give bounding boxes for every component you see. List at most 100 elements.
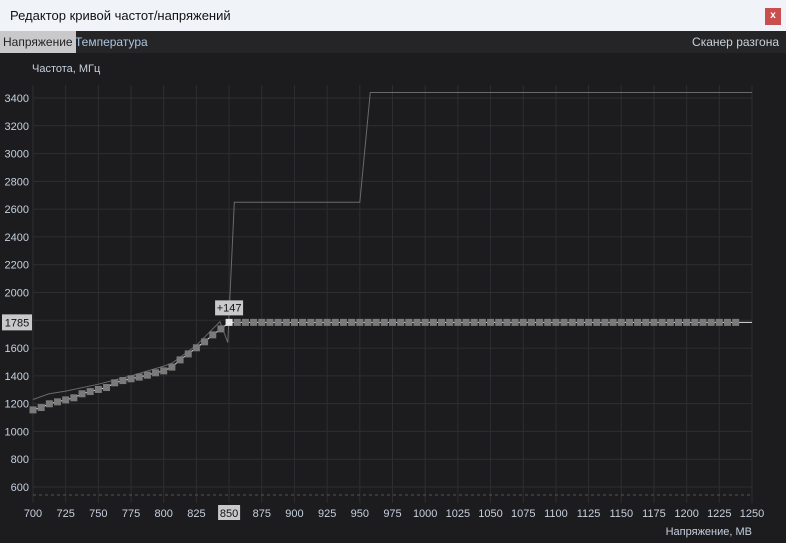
curve-point	[119, 377, 127, 385]
y-tick-label: 1200	[5, 399, 29, 411]
x-tick-label: 1150	[609, 508, 633, 520]
curve-point	[429, 318, 437, 326]
curve-point	[356, 318, 364, 326]
y-tick-label: 1400	[5, 371, 29, 383]
y-tick-label: 2800	[5, 176, 29, 188]
x-tick-label: 950	[351, 508, 369, 520]
x-tick-label: 1250	[740, 508, 764, 520]
x-tick-label: 1225	[707, 508, 731, 520]
x-tick-label: 925	[318, 508, 336, 520]
curve-point	[160, 367, 168, 375]
y-tick-label: 2200	[5, 260, 29, 272]
x-tick-label: 1100	[544, 508, 568, 520]
title-bar: Редактор кривой частот/напряжений x	[0, 0, 786, 31]
curve-point	[446, 318, 454, 326]
y-tick-label: 1600	[5, 343, 29, 355]
curve-point	[723, 318, 731, 326]
curve-point	[405, 318, 413, 326]
curve-point	[364, 318, 372, 326]
curve-point	[707, 318, 715, 326]
x-tick-label: 1000	[413, 508, 437, 520]
tab-temperature[interactable]: Температура	[72, 31, 151, 53]
curve-point	[127, 375, 135, 383]
curve-point	[732, 318, 740, 326]
curve-point	[290, 318, 298, 326]
y-tick-label: 600	[11, 482, 29, 494]
curve-point	[397, 318, 405, 326]
curve-point	[282, 318, 290, 326]
y-tick-label: 2000	[5, 288, 29, 300]
curve-point	[78, 390, 86, 398]
curve-point	[642, 318, 650, 326]
curve-point	[323, 318, 331, 326]
x-tick-label: 700	[24, 508, 42, 520]
offset-label: +147	[217, 302, 242, 314]
curve-point	[585, 318, 593, 326]
x-tick-label: 800	[155, 508, 173, 520]
curve-point	[184, 350, 192, 358]
curve-point	[233, 318, 241, 326]
curve-point	[666, 318, 674, 326]
curve-point	[258, 318, 266, 326]
curve-point	[691, 318, 699, 326]
selected-curve-point	[225, 318, 233, 326]
curve-point	[380, 318, 388, 326]
curve-point	[37, 404, 45, 412]
curve-point	[192, 344, 200, 352]
curve-point	[62, 396, 70, 404]
curve-point	[250, 318, 258, 326]
curve-point	[552, 318, 560, 326]
y-tick-label: 800	[11, 454, 29, 466]
vf-curve-chart[interactable]: Частота, МГц Напряжение, МВ 700 725 750 775…	[0, 53, 786, 543]
curve-point	[454, 318, 462, 326]
x-tick-label: 900	[285, 508, 303, 520]
curve-point	[601, 318, 609, 326]
curve-point	[536, 318, 544, 326]
close-button[interactable]: x	[765, 8, 781, 25]
curve-point	[683, 318, 691, 326]
curve-point	[94, 385, 102, 393]
x-tick-label: 975	[383, 508, 401, 520]
curve-point	[568, 318, 576, 326]
curve-point	[54, 398, 62, 406]
curve-point	[143, 371, 151, 379]
curve-point	[372, 318, 380, 326]
curve-point	[348, 318, 356, 326]
tab-voltage[interactable]: Напряжение	[0, 31, 76, 53]
curve-point	[438, 318, 446, 326]
curve-point	[413, 318, 421, 326]
curve-point	[699, 318, 707, 326]
curve-point	[315, 318, 323, 326]
curve-point	[217, 325, 225, 333]
curve-point	[421, 318, 429, 326]
y-tick-label: 2400	[5, 232, 29, 244]
curve-point	[103, 384, 111, 392]
y-tick-label: 3200	[5, 121, 29, 133]
curve-point	[86, 388, 94, 396]
curve-point	[478, 318, 486, 326]
x-tick-label: 1025	[446, 508, 470, 520]
curve-point	[609, 318, 617, 326]
curve-point	[339, 318, 347, 326]
x-tick-label: 1175	[642, 508, 666, 520]
curve-point	[176, 356, 184, 364]
curve-point	[299, 318, 307, 326]
curve-point	[519, 318, 527, 326]
curve-point	[658, 318, 666, 326]
scanner-button[interactable]: Сканер разгона	[689, 31, 782, 53]
x-tick-label: 775	[122, 508, 140, 520]
x-axis-label: Напряжение, МВ	[666, 526, 752, 538]
curve-point	[544, 318, 552, 326]
curve-point	[634, 318, 642, 326]
y-readout: 1785	[5, 317, 29, 329]
curve-point	[152, 369, 160, 377]
x-tick-label: 825	[187, 508, 205, 520]
curve-point	[487, 318, 495, 326]
curve-point	[201, 338, 209, 346]
curve-point	[241, 318, 249, 326]
y-tick-label: 3000	[5, 149, 29, 161]
curve-point	[625, 318, 633, 326]
curve-point	[266, 318, 274, 326]
x-tick-label: 875	[253, 508, 271, 520]
curve-point	[274, 318, 282, 326]
